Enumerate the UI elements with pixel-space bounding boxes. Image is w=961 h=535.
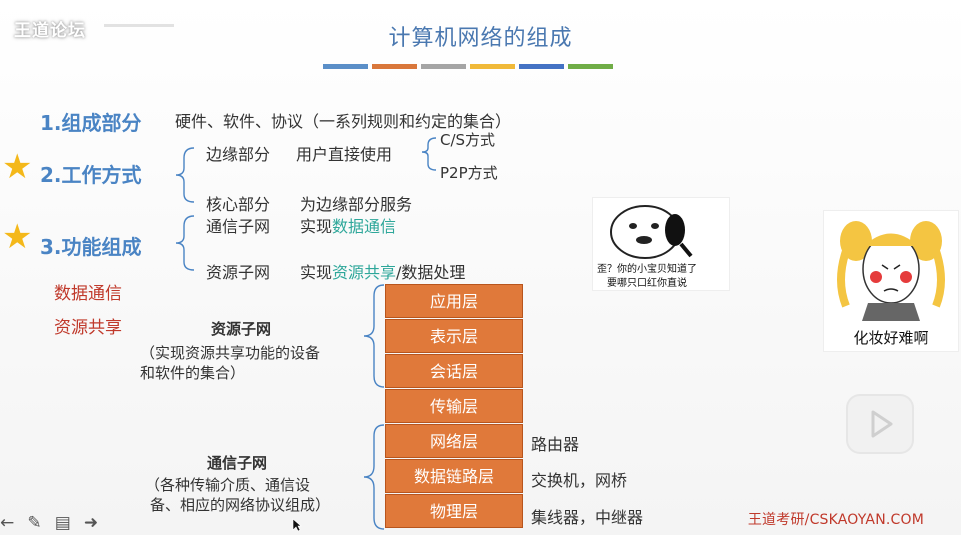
res-subnet-desc2: 和软件的集合） xyxy=(140,364,246,382)
layer-physical: 物理层 xyxy=(385,494,523,528)
edge-brace xyxy=(421,137,437,171)
section2-brace xyxy=(175,147,195,203)
res-desc: 实现资源共享/数据处理 xyxy=(300,263,466,282)
prev-arrow-icon[interactable]: ← xyxy=(0,513,14,533)
layer-transport: 传输层 xyxy=(385,389,523,423)
p2p-mode: P2P方式 xyxy=(440,164,498,182)
note-data-comm: 数据通信 xyxy=(54,284,122,304)
section3-label: 3.功能组成 xyxy=(40,235,142,259)
meme-1-line2: 要哪只口红你直说 xyxy=(607,278,687,289)
meme-sticker-1: 歪？你的小宝贝知道了 要哪只口红你直说 xyxy=(592,197,730,291)
meme-2-caption: 化妆好难啊 xyxy=(853,329,929,347)
edge-desc: 用户直接使用 xyxy=(296,145,393,164)
accent-bar-2 xyxy=(372,64,417,69)
play-icon xyxy=(871,410,893,438)
res-subnet-title: 资源子网 xyxy=(211,320,272,338)
cursor-icon xyxy=(292,518,302,532)
res-subnet-term: 资源子网 xyxy=(206,263,271,282)
menu-icon[interactable]: ▤ xyxy=(55,513,71,533)
note-res-share: 资源共享 xyxy=(54,318,122,338)
meme-1-line1: 歪？你的小宝贝知道了 xyxy=(597,264,697,275)
edge-part: 边缘部分 xyxy=(206,145,271,164)
play-button[interactable] xyxy=(846,394,914,454)
comm-subnet-desc2: 备、相应的网络协议组成） xyxy=(150,496,331,514)
device-physical: 集线器，中继器 xyxy=(531,508,644,527)
comm-subnet-desc1: （各种传输介质、通信设 xyxy=(145,476,311,494)
core-part: 核心部分 xyxy=(206,195,271,214)
comm-subnet-title: 通信子网 xyxy=(207,454,268,472)
comm-subnet-term: 通信子网 xyxy=(206,217,271,236)
res-subnet-brace xyxy=(363,284,385,388)
accent-bar-6 xyxy=(568,64,613,69)
layer-session: 会话层 xyxy=(385,354,523,388)
page-title: 计算机网络的组成 xyxy=(388,26,573,51)
accent-bar-4 xyxy=(470,64,515,69)
meme-face-icon xyxy=(610,205,693,259)
meme-girl-icon xyxy=(837,221,945,321)
core-desc: 为边缘部分服务 xyxy=(300,195,413,214)
star-icon: ★ xyxy=(2,217,33,257)
footer-brand: 王道考研/CSKAOYAN.COM xyxy=(747,512,924,528)
section1-label: 1.组成部分 xyxy=(40,111,142,135)
comm-desc: 实现数据通信 xyxy=(300,217,397,236)
layer-network: 网络层 xyxy=(385,424,523,458)
accent-bar-1 xyxy=(323,64,368,69)
layer-datalink: 数据链路层 xyxy=(385,459,523,493)
accent-bar-5 xyxy=(519,64,564,69)
res-subnet-desc1: （实现资源共享功能的设备 xyxy=(140,344,321,362)
pen-icon[interactable]: ✎ xyxy=(27,513,41,533)
device-network: 路由器 xyxy=(531,435,580,454)
layer-presentation: 表示层 xyxy=(385,319,523,353)
device-datalink: 交换机，网桥 xyxy=(531,471,628,490)
section3-brace xyxy=(175,215,195,271)
next-arrow-icon[interactable]: ➜ xyxy=(84,513,98,533)
layer-application: 应用层 xyxy=(385,284,523,318)
star-icon: ★ xyxy=(2,147,33,187)
slide-toolbar: ← ✎ ▤ ➜ xyxy=(0,513,106,533)
cs-mode: C/S方式 xyxy=(440,131,496,149)
section2-label: 2.工作方式 xyxy=(40,163,142,187)
accent-bar-3 xyxy=(421,64,466,69)
comm-subnet-brace xyxy=(363,424,385,530)
meme-sticker-2: 化妆好难啊 xyxy=(823,210,959,352)
